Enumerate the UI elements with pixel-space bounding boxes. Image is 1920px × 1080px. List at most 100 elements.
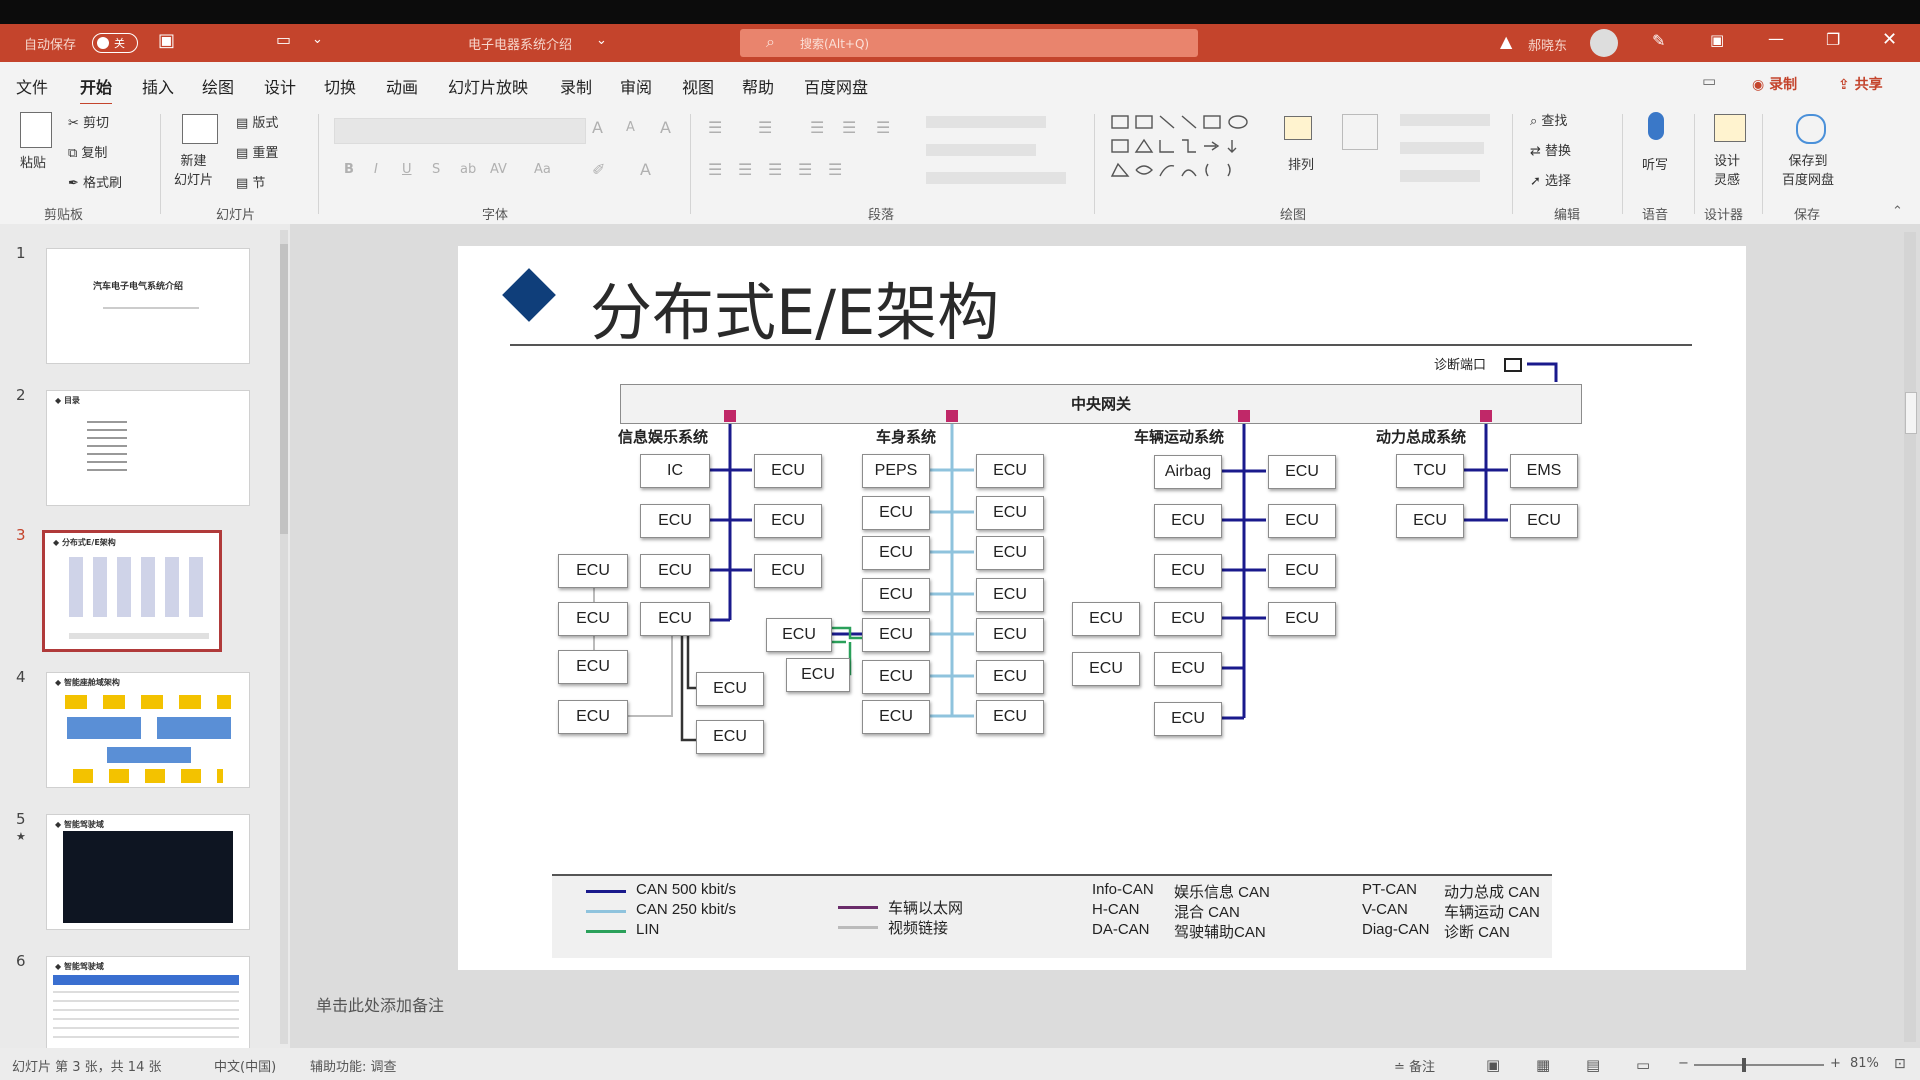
save-icon[interactable]: ▣ xyxy=(158,30,175,51)
ecu-node[interactable]: ECU xyxy=(976,700,1044,734)
tab-insert[interactable]: 插入 xyxy=(142,74,174,98)
normal-view-icon[interactable]: ▣ xyxy=(1486,1056,1500,1074)
paste-icon[interactable] xyxy=(20,112,52,148)
ribbon-display-icon[interactable]: ▣ xyxy=(1710,31,1724,49)
reset-button[interactable]: ▤ 重置 xyxy=(236,142,278,161)
ecu-node[interactable]: ECU xyxy=(862,700,930,734)
ecu-node[interactable]: ECU xyxy=(862,618,930,652)
ecu-node[interactable]: ECU xyxy=(976,578,1044,612)
ecu-node[interactable]: ECU xyxy=(754,504,822,538)
align-text-button[interactable] xyxy=(926,144,1036,156)
ecu-node[interactable]: ECU xyxy=(976,496,1044,530)
slide[interactable]: 分布式E/E架构 诊断端口 中央网关 信息娱乐系统 车身系统 车辆运动系统 动力… xyxy=(458,246,1746,970)
ecu-node[interactable]: ECU xyxy=(558,554,628,588)
ecu-node[interactable]: ECU xyxy=(862,578,930,612)
bullets-icon[interactable]: ☰ xyxy=(708,118,722,137)
cut-button[interactable]: ✂ 剪切 xyxy=(68,112,109,131)
ecu-node[interactable]: ECU xyxy=(1154,602,1222,636)
notes-placeholder[interactable]: 单击此处添加备注 xyxy=(316,992,444,1016)
new-slide-button[interactable]: 新建 幻灯片 xyxy=(174,150,213,188)
replace-button[interactable]: ⇄ 替换 xyxy=(1530,140,1571,159)
find-button[interactable]: ⌕ 查找 xyxy=(1530,110,1567,129)
ecu-node[interactable]: ECU xyxy=(696,672,764,706)
thumb-scrollbar[interactable] xyxy=(280,230,288,1044)
accessibility-status[interactable]: 辅助功能: 调查 xyxy=(310,1056,397,1075)
ecu-node[interactable]: ECU xyxy=(1072,602,1140,636)
tab-help[interactable]: 帮助 xyxy=(742,74,774,98)
slide-thumb-5[interactable]: ◆ 智能驾驶域 xyxy=(46,814,250,930)
ecu-node[interactable]: ECU xyxy=(1072,652,1140,686)
char-spacing-icon[interactable]: ab xyxy=(460,162,476,177)
ecu-node[interactable]: ECU xyxy=(640,504,710,538)
slide-thumb-1[interactable]: 汽车电子电气系统介绍 xyxy=(46,248,250,364)
ecu-node[interactable]: ECU xyxy=(640,554,710,588)
change-case-icon[interactable]: AV xyxy=(490,162,507,177)
font-color-icon[interactable]: A xyxy=(640,160,651,179)
ecu-node[interactable]: ECU xyxy=(558,650,628,684)
section-button[interactable]: ▤ 节 xyxy=(236,172,265,191)
ecu-node[interactable]: ECU xyxy=(1268,554,1336,588)
airbag-node[interactable]: Airbag xyxy=(1154,455,1222,489)
language-indicator[interactable]: 中文(中国) xyxy=(214,1056,276,1075)
tab-draw[interactable]: 绘图 xyxy=(202,74,234,98)
ecu-node[interactable]: ECU xyxy=(1268,504,1336,538)
highlight-icon[interactable]: ✐ xyxy=(592,160,605,179)
arrange-icon[interactable] xyxy=(1284,116,1312,140)
ecu-node[interactable]: ECU xyxy=(862,660,930,694)
ems-node[interactable]: EMS xyxy=(1510,454,1578,488)
shapes-gallery[interactable] xyxy=(1108,112,1258,192)
smartart-button[interactable] xyxy=(926,172,1066,184)
ecu-node[interactable]: ECU xyxy=(1154,504,1222,538)
ecu-node[interactable]: ECU xyxy=(976,454,1044,488)
underline-icon[interactable]: U xyxy=(402,162,412,177)
slide-thumb-4[interactable]: ◆ 智能座舱域架构 xyxy=(46,672,250,788)
shrink-font-icon[interactable]: A xyxy=(626,120,635,135)
avatar[interactable] xyxy=(1590,29,1618,57)
slide-thumb-2[interactable]: ◆ 目录 xyxy=(46,390,250,506)
document-title[interactable]: 电子电器系统介绍 xyxy=(468,34,572,53)
numbering-icon[interactable]: ☰ xyxy=(758,118,772,137)
microphone-icon[interactable] xyxy=(1648,112,1664,140)
autosave-toggle[interactable]: 关 xyxy=(92,33,138,53)
canvas-scrollbar[interactable] xyxy=(1904,232,1917,1042)
grow-font-icon[interactable]: A xyxy=(592,118,603,137)
align-right-icon[interactable]: ☰ xyxy=(768,160,782,179)
baidu-cloud-icon[interactable] xyxy=(1796,114,1826,144)
ecu-node[interactable]: ECU xyxy=(558,700,628,734)
shape-outline-button[interactable] xyxy=(1400,142,1484,154)
text-direction-button[interactable] xyxy=(926,116,1046,128)
ecu-node[interactable]: ECU xyxy=(640,602,710,636)
customize-qat-icon[interactable]: ⌄ xyxy=(312,32,323,47)
slide-thumb-3[interactable]: ◆ 分布式E/E架构 xyxy=(42,530,222,652)
paste-button[interactable]: 粘贴 xyxy=(20,152,46,171)
slide-thumb-6[interactable]: ◆ 智能驾驶域 xyxy=(46,956,250,1050)
zoom-out-icon[interactable]: − xyxy=(1678,1056,1689,1071)
ecu-node[interactable]: ECU xyxy=(1510,504,1578,538)
ecu-node[interactable]: ECU xyxy=(976,660,1044,694)
ic-node[interactable]: IC xyxy=(640,454,710,488)
comments-icon[interactable]: ▭ xyxy=(1702,72,1716,90)
zoom-level[interactable]: 81% xyxy=(1850,1056,1879,1071)
line-spacing-icon[interactable]: ☰ xyxy=(876,118,890,137)
tab-animations[interactable]: 动画 xyxy=(386,74,418,98)
tab-design[interactable]: 设计 xyxy=(264,74,296,98)
font-name-select[interactable] xyxy=(334,118,586,144)
designer-button[interactable]: 设计 灵感 xyxy=(1714,150,1740,188)
align-center-icon[interactable]: ☰ xyxy=(738,160,752,179)
ecu-node[interactable]: ECU xyxy=(696,720,764,754)
chevron-down-icon[interactable]: ⌄ xyxy=(596,33,607,48)
search-input[interactable]: 搜索(Alt+Q) xyxy=(800,35,869,52)
save-baidu-button[interactable]: 保存到 百度网盘 xyxy=(1782,150,1834,188)
copy-button[interactable]: ⧉ 复制 xyxy=(68,142,107,161)
ecu-node[interactable]: ECU xyxy=(1268,455,1336,489)
bold-icon[interactable]: B xyxy=(344,162,354,177)
tab-record[interactable]: 录制 xyxy=(560,74,592,98)
fit-slide-icon[interactable]: ⊡ xyxy=(1894,1056,1906,1072)
ecu-node[interactable]: ECU xyxy=(558,602,628,636)
tab-baidu[interactable]: 百度网盘 xyxy=(804,74,868,98)
format-painter-button[interactable]: ✒ 格式刷 xyxy=(68,172,122,191)
new-slide-icon[interactable] xyxy=(182,114,218,144)
increase-indent-icon[interactable]: ☰ xyxy=(842,118,856,137)
justify-icon[interactable]: ☰ xyxy=(798,160,812,179)
tab-home[interactable]: 开始 xyxy=(80,74,113,106)
